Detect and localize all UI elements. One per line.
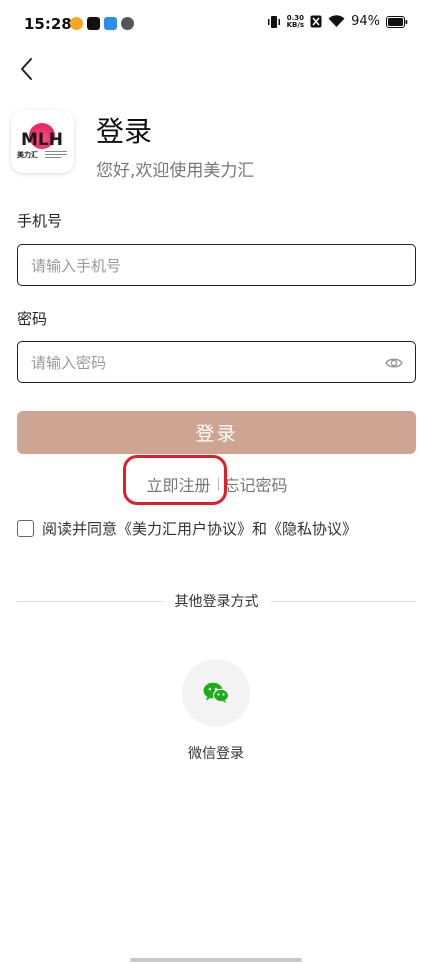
wechat-login-button[interactable] xyxy=(182,659,250,727)
chevron-left-icon xyxy=(21,58,32,80)
agreement-conjunction: 和 xyxy=(252,520,268,538)
phone-label: 手机号 xyxy=(17,212,63,230)
auth-links: 立即注册 忘记密码 xyxy=(0,455,432,505)
login-button[interactable]: 登录 xyxy=(17,411,416,454)
vibrate-icon xyxy=(267,15,280,28)
phone-input[interactable] xyxy=(29,245,373,287)
battery-icon xyxy=(386,15,408,28)
divider-line-left xyxy=(17,600,163,602)
wechat-login-label: 微信登录 xyxy=(188,746,244,762)
tiktok-icon xyxy=(87,17,100,30)
map-app-icon xyxy=(104,17,117,30)
status-time: 15:28 xyxy=(24,15,72,33)
other-login-divider: 其他登录方式 xyxy=(17,590,416,612)
fan-app-icon xyxy=(121,17,134,30)
agreement-row: 阅读并同意 《美力汇用户协议》 和 《隐私协议》 xyxy=(17,518,357,539)
page-title: 登录 xyxy=(96,115,153,148)
privacy-agreement-link[interactable]: 《隐私协议》 xyxy=(267,518,357,539)
agreement-prefix: 阅读并同意 xyxy=(42,520,118,538)
agreement-checkbox[interactable] xyxy=(17,520,34,537)
svg-text:美力汇: 美力汇 xyxy=(17,150,38,159)
app-logo: MLH 美力汇 xyxy=(11,110,74,173)
weibo-icon xyxy=(70,17,83,30)
status-app-icons xyxy=(70,17,134,30)
password-input[interactable] xyxy=(29,342,373,384)
battery-percentage: 94% xyxy=(351,14,380,29)
password-field[interactable] xyxy=(17,341,416,384)
wechat-icon xyxy=(203,682,229,703)
svg-text:MLH: MLH xyxy=(21,130,63,150)
net-speed-unit: KB/s xyxy=(286,20,305,29)
register-link-wrap: 立即注册 xyxy=(123,455,228,505)
no-sim-icon xyxy=(310,15,322,28)
login-screen: 15:28 0.30 KB/s 94% MLH 美力汇 登录 您好,欢迎使用美力… xyxy=(0,0,432,964)
divider-line-right xyxy=(270,600,416,602)
register-link[interactable]: 立即注册 xyxy=(146,476,210,495)
wifi-icon xyxy=(328,15,345,27)
home-indicator[interactable] xyxy=(130,958,302,962)
page-subtitle: 您好,欢迎使用美力汇 xyxy=(96,161,255,181)
password-label: 密码 xyxy=(17,310,48,328)
network-speed: 0.30 KB/s xyxy=(286,14,305,29)
user-agreement-link[interactable]: 《美力汇用户协议》 xyxy=(117,518,252,539)
status-indicators: 0.30 KB/s 94% xyxy=(267,14,408,29)
forgot-password-link[interactable]: 忘记密码 xyxy=(224,472,288,496)
eye-icon[interactable] xyxy=(385,354,403,372)
phone-field[interactable] xyxy=(17,244,416,287)
status-bar: 15:28 0.30 KB/s 94% xyxy=(0,0,432,50)
back-button[interactable] xyxy=(14,55,42,83)
link-divider xyxy=(217,477,219,491)
other-login-text: 其他登录方式 xyxy=(174,594,259,610)
